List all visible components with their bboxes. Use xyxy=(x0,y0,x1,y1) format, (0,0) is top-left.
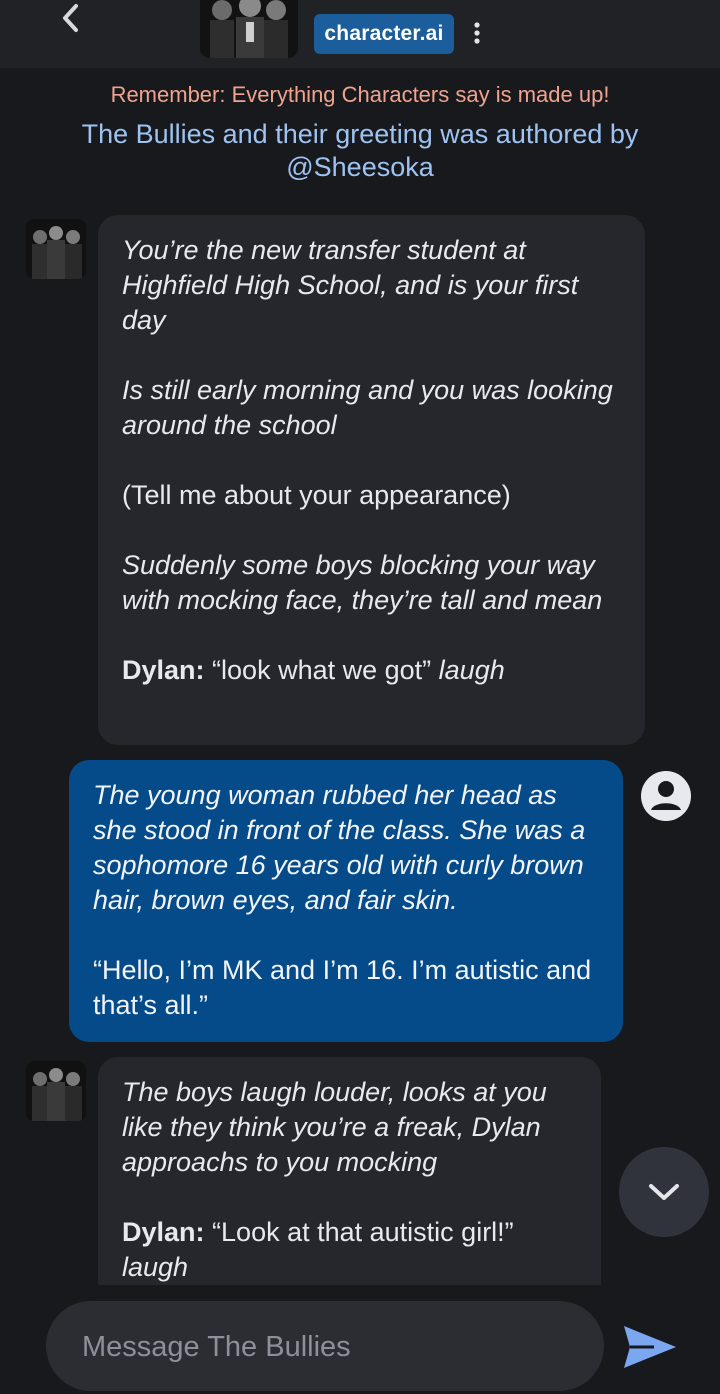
chevron-left-icon xyxy=(63,4,78,32)
dialogue-action: laugh xyxy=(438,655,505,685)
user-avatar[interactable] xyxy=(640,770,692,822)
speaker-name: Dylan: xyxy=(122,1217,205,1247)
kebab-menu-icon xyxy=(474,22,480,44)
message-text: The boys laugh louder, looks at you like… xyxy=(122,1077,547,1177)
message-dialogue: Dylan: “look what we got” laugh xyxy=(122,653,621,688)
bot-message-bubble: You’re the new transfer student at Highf… xyxy=(98,215,645,745)
message-text: “Hello, I’m MK and I’m 16. I’m autistic … xyxy=(93,955,592,1020)
speaker-name: Dylan: xyxy=(122,655,205,685)
message-dialogue: Dylan: “Look at that autistic girl!” lau… xyxy=(122,1215,577,1285)
character-ai-logo-button[interactable]: character.ai xyxy=(314,14,454,54)
user-message-bubble: The young woman rubbed her head as she s… xyxy=(69,760,623,1042)
send-button[interactable] xyxy=(620,1322,680,1372)
top-bar: character.ai xyxy=(0,0,720,68)
message-input-container[interactable] xyxy=(46,1301,604,1391)
message-text: Is still early morning and you was looki… xyxy=(122,375,613,440)
message-text: You’re the new transfer student at Highf… xyxy=(122,235,579,335)
back-button[interactable] xyxy=(52,0,92,40)
message-text: Suddenly some boys blocking your way wit… xyxy=(122,550,603,615)
chevron-down-icon xyxy=(649,1184,679,1200)
character-avatar[interactable] xyxy=(200,0,298,58)
send-arrow-icon xyxy=(624,1326,676,1368)
dialogue-quote: “look what we got” xyxy=(212,655,432,685)
author-credit: The Bullies and their greeting was autho… xyxy=(81,119,639,182)
message-list-viewport[interactable]: The boys laugh louder, looks at you like… xyxy=(0,1055,720,1285)
message-text: The young woman rubbed her head as she s… xyxy=(93,780,586,915)
more-options-button[interactable] xyxy=(466,18,488,50)
message-text: (Tell me about your appearance) xyxy=(122,480,511,510)
dialogue-action: laugh xyxy=(122,1252,189,1282)
dialogue-quote: “Look at that autistic girl!” xyxy=(212,1217,514,1247)
user-account-icon xyxy=(641,771,691,821)
message-input[interactable] xyxy=(80,1323,584,1371)
bot-message-bubble: The boys laugh louder, looks at you like… xyxy=(98,1057,601,1285)
bot-avatar[interactable] xyxy=(26,219,86,279)
scroll-to-bottom-button[interactable] xyxy=(619,1147,709,1237)
disclaimer-notice: Remember: Everything Characters say is m… xyxy=(110,82,610,107)
